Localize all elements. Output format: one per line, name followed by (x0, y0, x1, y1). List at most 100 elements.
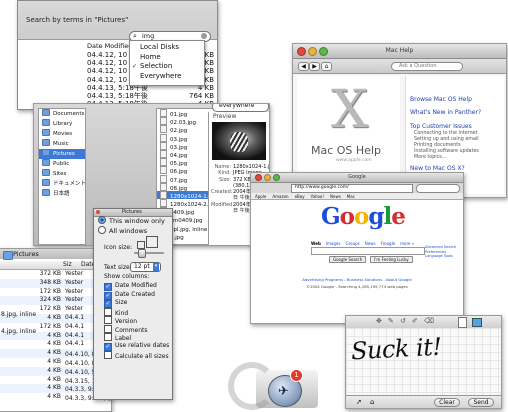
google-nav-link[interactable]: News (365, 241, 376, 246)
google-right-links: Advanced Search Preferences Language Tools (425, 245, 456, 259)
google-nav-link[interactable]: Froogle (381, 241, 396, 246)
sidebar-item[interactable]: Movies (39, 129, 85, 139)
text-size-select[interactable]: 12 pt ▾ (130, 262, 161, 272)
clear-button[interactable]: Clear (434, 398, 460, 407)
text-size-value[interactable]: 12 pt (134, 263, 150, 270)
help-search-field[interactable]: Ask a Question (391, 62, 463, 71)
column-checkbox[interactable]: Calculate all sizes (104, 350, 169, 360)
snapshot-icon[interactable]: ⌂ (370, 398, 374, 406)
scope-radio[interactable]: All windows (98, 226, 165, 236)
checkbox-icon[interactable] (104, 333, 112, 341)
lasso-tool-icon[interactable]: ↺ (400, 317, 406, 325)
google-search-button[interactable]: I'm Feeling Lucky (370, 256, 413, 263)
color-swatch-icon[interactable] (472, 318, 482, 327)
google-nav-links: Web Images Groups News Froogle more » (311, 241, 419, 246)
checkbox-checked-icon[interactable]: ✓ (104, 283, 112, 291)
search-scope-option[interactable]: Local Disks (130, 43, 204, 53)
eraser-tool-icon[interactable]: ⌫ (424, 317, 434, 325)
view-options-close-icon[interactable] (96, 210, 100, 214)
new-to-mac-link[interactable]: New to Mac OS X? (410, 165, 465, 172)
sidebar-item[interactable]: ドキュメント (39, 179, 87, 189)
column-checkbox[interactable]: ✓ Size (104, 299, 157, 308)
scope-radio[interactable]: This window only (98, 216, 165, 226)
sidebar-item[interactable]: Documents (39, 109, 85, 119)
column-checkbox[interactable]: Version (104, 316, 157, 325)
back-arrow-icon[interactable]: ◀ (298, 62, 309, 71)
column-checkbox[interactable]: ✓ Date Created (104, 291, 157, 300)
google-nav-link[interactable]: Groups (345, 241, 359, 246)
list-size: 172 KB (39, 305, 61, 313)
sidebar-item[interactable]: Public (39, 159, 85, 169)
pointer-tool-icon[interactable]: ➚ (356, 398, 362, 406)
move-tool-icon[interactable]: ✥ (376, 317, 382, 325)
google-side-link[interactable]: Advanced Search (425, 245, 456, 250)
google-footer-line: Advertising Programs - Business Solution… (302, 277, 412, 282)
sidebar-item[interactable]: Library (39, 119, 85, 129)
google-nav-link[interactable]: Web (311, 241, 321, 246)
pen-tool-icon[interactable]: ✎ (388, 317, 394, 325)
list-size: 324 KB (39, 296, 61, 304)
search-scope-option[interactable]: ✓ Selection (130, 62, 204, 72)
send-button[interactable]: Send (468, 398, 494, 407)
google-search-input[interactable] (311, 247, 425, 255)
bookmark-link[interactable]: News (330, 194, 341, 199)
list-window-title: Pictures (13, 250, 39, 258)
google-side-link[interactable]: Language Tools (425, 254, 456, 259)
google-search-button[interactable]: Google Search (329, 256, 367, 263)
safari-title: Google (348, 174, 366, 180)
checkbox-icon[interactable] (104, 350, 112, 359)
help-link[interactable]: What's New in Panther? (410, 109, 481, 116)
search-scope-option[interactable]: Everywhere (130, 72, 204, 82)
stamp-icon: ✈ (278, 384, 289, 399)
large-picture-icon (146, 236, 158, 248)
size-column-header[interactable]: Siz (63, 261, 72, 268)
list-size: 4 KB (47, 357, 61, 365)
address-bar-url[interactable]: http://www.google.com/ (295, 185, 349, 190)
google-toolbar-search[interactable] (416, 184, 460, 193)
bookmark-link[interactable]: Amazon (272, 194, 288, 199)
column-checkbox[interactable]: Label (104, 333, 157, 342)
column-checkbox[interactable]: Comments (104, 324, 157, 334)
forward-arrow-icon[interactable]: ▶ (309, 62, 320, 71)
checkbox-icon[interactable] (104, 324, 112, 333)
bookmark-link[interactable]: Yahoo! (311, 194, 324, 199)
help-issue-link[interactable]: More topics... (414, 155, 479, 161)
bookmark-link[interactable]: eBay (295, 194, 305, 199)
google-nav-link[interactable]: Images (326, 241, 341, 246)
list-date: Yester (65, 305, 84, 313)
brush-tool-icon[interactable]: ✐ (412, 317, 418, 325)
column-checkbox[interactable]: ✓ Use relative dates (104, 342, 169, 351)
bookmark-link[interactable]: Apple (255, 194, 266, 199)
home-icon[interactable]: ⌂ (321, 62, 332, 71)
icon-size-slider-knob[interactable] (138, 249, 146, 258)
sidebar-item[interactable]: 日本語 (39, 189, 85, 199)
sidebar-item[interactable]: Sites (39, 169, 85, 179)
search-scope-option[interactable]: Home (130, 53, 204, 63)
bookmark-link[interactable]: Mac (347, 194, 355, 199)
sidebar-item[interactable]: Music (39, 139, 85, 149)
info-value: 1280x1024-1.jpg (233, 164, 270, 170)
date-modified-column-header[interactable]: Date Modified (87, 42, 132, 50)
sidebar-item[interactable]: Pictures (39, 149, 85, 159)
finder-search-field[interactable]: everywhere (212, 104, 269, 112)
sidebar-item-label: Pictures (53, 151, 75, 157)
sidebar-item-label: ドキュメント (53, 181, 87, 187)
search-input[interactable]: img (142, 32, 154, 40)
column-checkbox[interactable]: ✓ Date Modified (104, 282, 157, 291)
info-key: Size: (219, 176, 231, 183)
google-nav-link[interactable]: more » (400, 241, 414, 246)
google-footer-line: ©2004 Google - Searching 4,285,199,774 w… (306, 284, 408, 289)
checkbox-icon[interactable] (104, 307, 112, 316)
help-link[interactable]: Browse Mac OS Help (410, 96, 481, 103)
help-search-input[interactable]: Ask a Question (399, 63, 437, 69)
checkbox-icon[interactable] (104, 316, 112, 324)
address-bar[interactable]: http://www.google.com/ (291, 184, 413, 193)
page-icon[interactable] (458, 317, 467, 328)
image-file-icon (160, 125, 167, 134)
search-scope-menu[interactable]: Local Disks Home ✓ Selection Everywhere (129, 40, 205, 86)
sketch-canvas[interactable]: Suck it! (346, 328, 501, 395)
clear-search-icon[interactable] (201, 33, 207, 39)
icon-size-slider[interactable] (134, 249, 164, 258)
column-checkbox[interactable]: Kind (104, 307, 157, 317)
finder-search-input[interactable]: everywhere (219, 104, 254, 109)
